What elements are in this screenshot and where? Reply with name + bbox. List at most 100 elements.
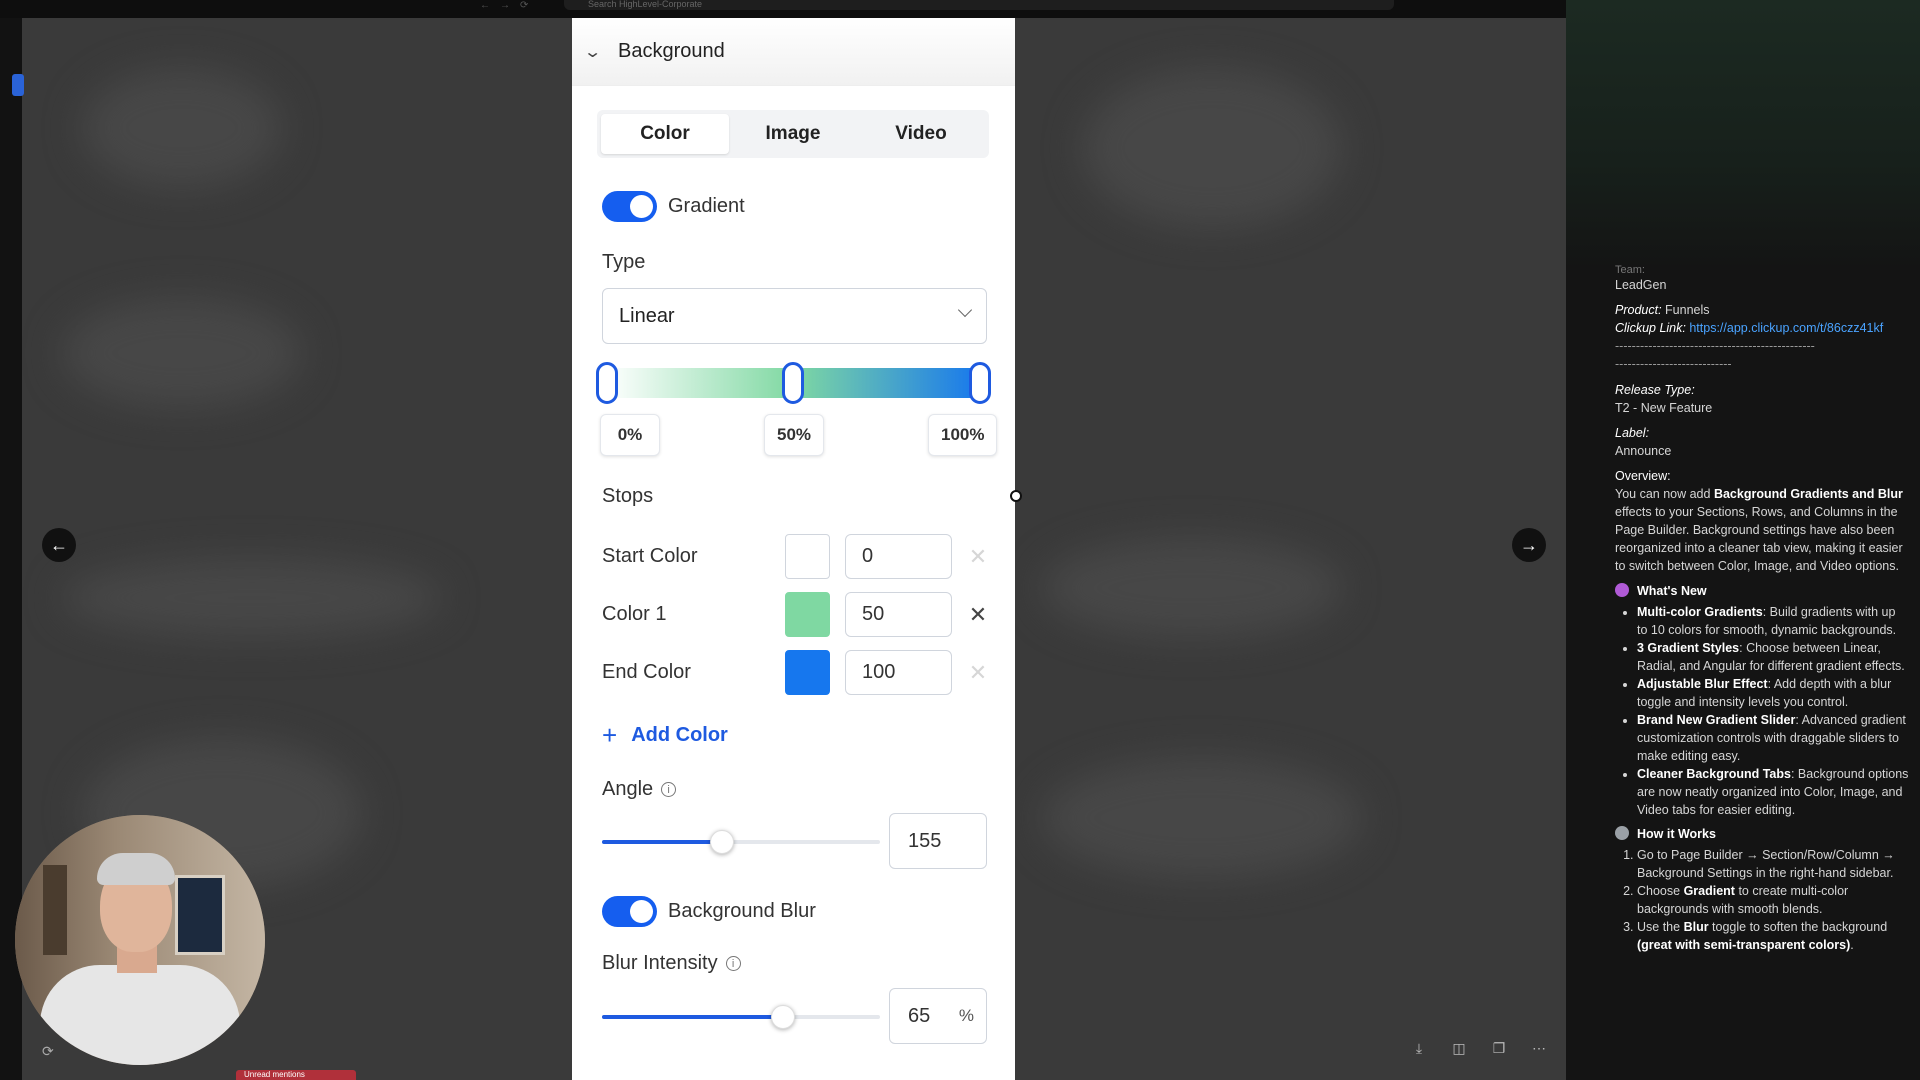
task-description-sidebar: Team: LeadGen Product: Funnels Clickup L…: [1566, 0, 1920, 1080]
chevron-down-icon: [957, 302, 973, 318]
top-bar: ←→⟳ Search HighLevel-Corporate: [0, 0, 1566, 18]
angle-value: 155: [908, 829, 942, 852]
list-item: Multi-color Gradients: Build gradients w…: [1637, 603, 1909, 639]
angle-slider[interactable]: [602, 830, 880, 854]
angle-slider-thumb[interactable]: [709, 830, 734, 854]
list-item: Use the Blur toggle to soften the backgr…: [1637, 918, 1909, 954]
stop-name: End Color: [602, 661, 691, 683]
team-value: LeadGen: [1615, 278, 1667, 292]
download-icon[interactable]: ⤓: [1410, 1040, 1428, 1057]
app-logo: [12, 74, 24, 96]
presenter-webcam: [15, 815, 265, 1065]
stop-position-label: 100%: [928, 414, 998, 456]
divider: ----------------------------: [1615, 357, 1732, 371]
stop-name: Start Color: [602, 545, 698, 567]
gradient-type-value: Linear: [619, 304, 675, 327]
gradient-stop-handle-start[interactable]: [596, 362, 618, 404]
unread-mentions-badge[interactable]: Unread mentions: [236, 1070, 356, 1080]
gear-icon: [1615, 826, 1629, 840]
release-type-label: Release Type:: [1615, 383, 1695, 397]
clickup-link[interactable]: https://app.clickup.com/t/86czz41kf: [1689, 321, 1883, 335]
info-icon[interactable]: i: [661, 782, 677, 798]
plus-icon: +: [602, 720, 618, 750]
stop-position-label: 0%: [600, 414, 660, 456]
blur-intensity-value: 65: [908, 1004, 931, 1027]
add-color-label: Add Color: [631, 724, 728, 746]
refresh-icon[interactable]: ⟳: [42, 1043, 54, 1060]
section-header[interactable]: ⌄ Background: [572, 18, 1015, 86]
gradient-type-select[interactable]: Linear: [602, 288, 987, 344]
how-it-works-list: Go to Page Builder → Section/Row/Column …: [1615, 846, 1909, 954]
tab-video[interactable]: Video: [857, 114, 985, 154]
angle-label: Angle i: [602, 778, 677, 801]
info-icon[interactable]: i: [725, 956, 741, 972]
split-view-icon[interactable]: ◫: [1450, 1040, 1468, 1057]
end-color-swatch[interactable]: [785, 650, 830, 695]
list-item: Go to Page Builder → Section/Row/Column …: [1637, 846, 1909, 882]
list-item: Brand New Gradient Slider: Advanced grad…: [1637, 711, 1909, 765]
background-settings-panel: ⌄ Background Color Image Video Gradient …: [572, 18, 1015, 1080]
color-1-position-input[interactable]: 50: [845, 592, 952, 637]
type-label: Type: [602, 251, 646, 273]
stops-label: Stops: [602, 485, 654, 507]
label-label: Label:: [1615, 426, 1650, 440]
stop-position-label: 50%: [764, 414, 825, 456]
search-input[interactable]: Search HighLevel-Corporate: [564, 0, 1394, 10]
close-icon: ✕: [968, 544, 988, 569]
close-icon: ✕: [968, 660, 988, 685]
color-1-swatch[interactable]: [785, 592, 830, 637]
gradient-toggle[interactable]: [602, 191, 657, 222]
gradient-stop-handle-end[interactable]: [969, 362, 991, 404]
start-color-swatch[interactable]: [785, 534, 830, 579]
whats-new-heading: What's New: [1615, 582, 1909, 600]
mouse-cursor: [1010, 490, 1022, 502]
background-blur-toggle[interactable]: [602, 896, 657, 927]
browser-nav-icons: ←→⟳: [480, 0, 539, 11]
list-item: Adjustable Blur Effect: Add depth with a…: [1637, 675, 1909, 711]
how-it-works-heading: How it Works: [1615, 825, 1909, 843]
team-label: Team:: [1615, 264, 1645, 276]
blur-intensity-label: Blur Intensity i: [602, 952, 741, 975]
arrow-right-icon[interactable]: →: [1512, 528, 1546, 562]
divider: ----------------------------------------…: [1615, 339, 1815, 353]
copy-icon[interactable]: ❐: [1490, 1040, 1508, 1057]
overview-label: Overview:: [1615, 469, 1671, 483]
release-type-value: T2 - New Feature: [1615, 401, 1713, 415]
background-blur-label: Background Blur: [668, 900, 816, 922]
gradient-label: Gradient: [668, 195, 745, 217]
clickup-line: Clickup Link: https://app.clickup.com/t/…: [1615, 321, 1884, 335]
end-color-position-input[interactable]: 100: [845, 650, 952, 695]
product-line: Product: Funnels: [1615, 303, 1710, 317]
arrow-left-icon[interactable]: ←: [42, 528, 76, 562]
label-value: Announce: [1615, 444, 1672, 458]
stop-name: Color 1: [602, 603, 667, 625]
list-item: Cleaner Background Tabs: Background opti…: [1637, 765, 1909, 819]
overview-text: You can now add Background Gradients and…: [1615, 487, 1903, 573]
tab-image[interactable]: Image: [729, 114, 857, 154]
sidebar-header-area: [1566, 0, 1920, 270]
blur-intensity-input[interactable]: 65 %: [889, 988, 987, 1044]
media-viewer: ←→⟳ Search HighLevel-Corporate ← → ⌄ Bac…: [0, 0, 1566, 1080]
blur-intensity-slider-thumb[interactable]: [770, 1005, 795, 1029]
sparkle-icon: [1615, 583, 1629, 597]
blur-intensity-slider[interactable]: [602, 1005, 880, 1029]
blur-intensity-label-text: Blur Intensity: [602, 952, 718, 974]
list-item: Choose Gradient to create multi-color ba…: [1637, 882, 1909, 918]
angle-label-text: Angle: [602, 778, 654, 800]
list-item: 3 Gradient Styles: Choose between Linear…: [1637, 639, 1909, 675]
add-color-button[interactable]: + Add Color: [602, 720, 728, 751]
tab-color[interactable]: Color: [601, 114, 729, 154]
chevron-down-icon[interactable]: ⌄: [583, 42, 617, 62]
angle-input[interactable]: 155: [889, 813, 987, 869]
start-color-position-input[interactable]: 0: [845, 534, 952, 579]
gradient-stop-handle-middle[interactable]: [782, 362, 804, 404]
section-title: Background: [618, 40, 725, 62]
background-tabs: Color Image Video: [597, 110, 989, 158]
viewer-toolbar: ⤓ ◫ ❐ ⋯: [1410, 1040, 1548, 1057]
close-icon[interactable]: ✕: [967, 604, 989, 626]
more-icon[interactable]: ⋯: [1530, 1040, 1548, 1057]
percent-unit: %: [958, 1006, 974, 1025]
whats-new-list: Multi-color Gradients: Build gradients w…: [1615, 603, 1909, 819]
screen: ←→⟳ Search HighLevel-Corporate ← → ⌄ Bac…: [0, 0, 1920, 1080]
release-notes: Team: LeadGen Product: Funnels Clickup L…: [1615, 264, 1909, 954]
